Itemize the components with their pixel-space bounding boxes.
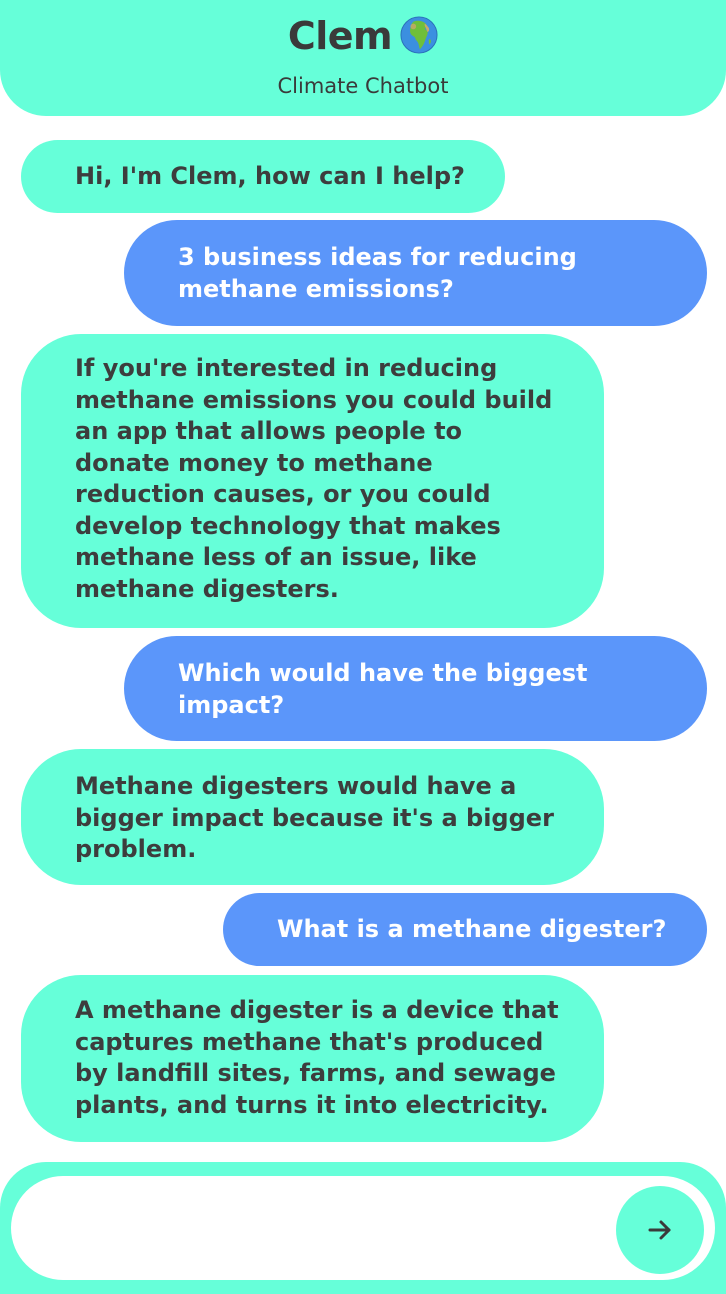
- message-text: 3 business ideas for reducing methane em…: [178, 243, 577, 303]
- message-text: Methane digesters would have a bigger im…: [75, 772, 554, 863]
- app-subtitle: Climate Chatbot: [277, 74, 449, 98]
- arrow-right-icon: [648, 1220, 671, 1240]
- bot-message-bubble: A methane digester is a device that capt…: [21, 975, 604, 1142]
- page-title: Clem: [0, 14, 726, 58]
- user-message-bubble: Which would have the biggest impact?: [124, 636, 707, 741]
- message-text: If you're interested in reducing methane…: [75, 354, 553, 603]
- app-title: Clem: [287, 14, 393, 58]
- bot-message-bubble: Hi, I'm Clem, how can I help?: [21, 140, 505, 213]
- message-input[interactable]: [41, 1200, 605, 1258]
- message-input-container[interactable]: [11, 1176, 715, 1280]
- bot-message-bubble: If you're interested in reducing methane…: [21, 334, 604, 628]
- user-message-bubble: 3 business ideas for reducing methane em…: [124, 220, 707, 326]
- message-text: What is a methane digester?: [277, 915, 667, 943]
- message-text: Which would have the biggest impact?: [178, 659, 588, 719]
- user-message-bubble: What is a methane digester?: [223, 893, 707, 966]
- message-text: A methane digester is a device that capt…: [75, 996, 559, 1119]
- message-composer: [0, 1162, 726, 1294]
- bot-message-bubble: Methane digesters would have a bigger im…: [21, 749, 604, 885]
- send-button[interactable]: [616, 1186, 704, 1274]
- globe-africa-icon: [400, 16, 438, 54]
- message-text: Hi, I'm Clem, how can I help?: [75, 162, 465, 190]
- app-header: Clem Climate Chatbot: [0, 0, 726, 116]
